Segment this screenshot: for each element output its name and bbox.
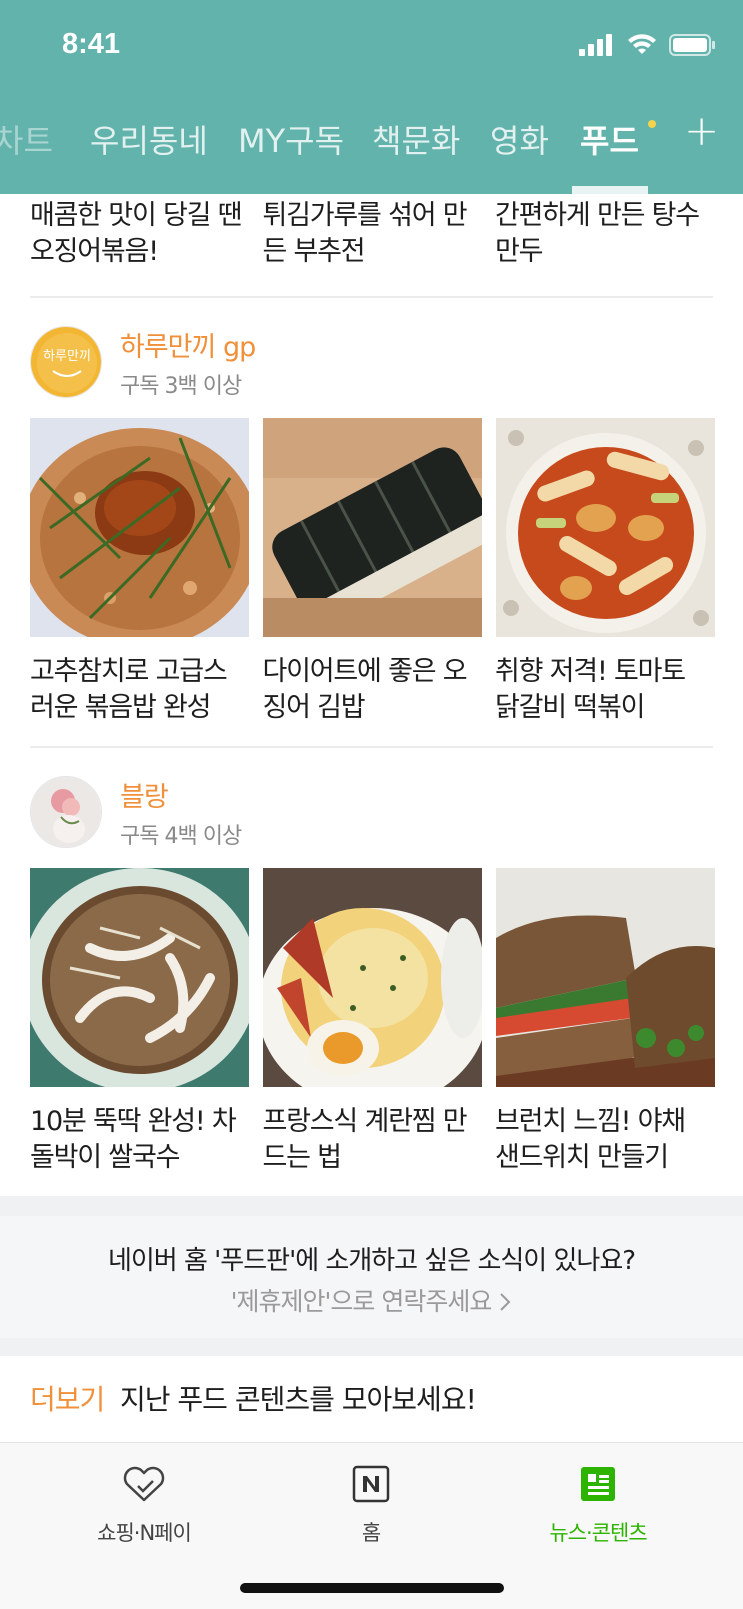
tab-my-subscription[interactable]: MY구독 [238, 116, 344, 162]
active-tab-indicator [572, 186, 648, 194]
article-title[interactable]: 매콤한 맛이 당길 땐 오징어볶음! [30, 198, 250, 270]
nav-label: 뉴스·콘텐츠 [549, 1521, 647, 1545]
nav-label: 쇼핑·N페이 [97, 1521, 192, 1545]
tab-chart[interactable]: 차트 [0, 116, 53, 162]
top-header: 8:41 차트 우리동네 MY구독 책문화 영화 푸드 + [0, 0, 743, 194]
add-tab-button[interactable]: + [684, 110, 719, 152]
article-title[interactable]: 브런치 느낌! 야채 샌드위치 만들기 [495, 1104, 715, 1176]
subscriber-count: 구독 3백 이상 [120, 373, 242, 399]
creator-header[interactable]: 하루만끼 하루만끼 gp 구독 3백 이상 [30, 325, 256, 399]
article-title[interactable]: 튀김가루를 섞어 만든 부추전 [263, 198, 483, 270]
creator-header[interactable]: 블랑 구독 4백 이상 [30, 775, 242, 849]
fried-rice-image[interactable] [30, 418, 249, 637]
thumbnail-row [30, 868, 715, 1087]
noodle-soup-image[interactable] [30, 868, 249, 1087]
thumbnail-row [30, 418, 715, 637]
section-divider [30, 746, 713, 748]
tab-movies[interactable]: 영화 [490, 116, 549, 162]
article-title[interactable]: 10분 뚝딱 완성! 차돌박이 쌀국수 [30, 1104, 250, 1176]
category-tabs: 차트 우리동네 MY구독 책문화 영화 푸드 + [0, 108, 743, 194]
partner-link-text: '제휴제안'으로 연락주세요 [230, 1287, 493, 1316]
wifi-icon [628, 34, 656, 54]
more-label: 더보기 [30, 1383, 105, 1416]
nav-news-content[interactable]: 뉴스·콘텐츠 [518, 1461, 678, 1547]
battery-icon [669, 34, 715, 56]
chevron-right-icon [500, 1293, 511, 1311]
subscriber-count: 구독 4백 이상 [120, 823, 242, 849]
captions-row: 고추참치로 고급스러운 볶음밥 완성 다이어트에 좋은 오징어 김밥 취향 저격… [30, 654, 715, 726]
more-description: 지난 푸드 콘텐츠를 모아보세요! [120, 1383, 477, 1416]
status-time: 8:41 [62, 28, 121, 60]
section-separator [0, 1196, 743, 1216]
captions-row: 10분 뚝딱 완성! 차돌박이 쌀국수 프랑스식 계란찜 만드는 법 브런치 느… [30, 1104, 715, 1176]
partner-contact-link[interactable]: '제휴제안'으로 연락주세요 [0, 1282, 743, 1318]
creator-name[interactable]: 블랑 [120, 775, 241, 814]
tab-neighborhood[interactable]: 우리동네 [90, 116, 208, 162]
nav-shopping[interactable]: 쇼핑·N페이 [64, 1461, 224, 1547]
news-content-icon [581, 1467, 615, 1501]
sandwich-image[interactable] [496, 868, 715, 1087]
article-title[interactable]: 고추참치로 고급스러운 볶음밥 완성 [30, 654, 250, 726]
article-title[interactable]: 간편하게 만든 탕수만두 [495, 198, 715, 270]
article-title[interactable]: 다이어트에 좋은 오징어 김밥 [263, 654, 483, 726]
partner-proposal-banner[interactable]: 네이버 홈 '푸드판'에 소개하고 싶은 소식이 있나요? '제휴제안'으로 연… [0, 1216, 743, 1338]
more-content-link[interactable]: 더보기 지난 푸드 콘텐츠를 모아보세요! [0, 1356, 743, 1440]
egg-casserole-image[interactable] [263, 868, 482, 1087]
status-icons [579, 34, 715, 56]
avatar-logo-text: 하루만끼 [43, 349, 91, 364]
home-indicator [240, 1583, 504, 1593]
nav-home[interactable]: 홈 [291, 1461, 451, 1547]
creator-section: 블랑 구독 4백 이상 10분 뚝딱 완성! 차돌박이 쌀국수 프랑스식 계란찜… [0, 776, 743, 1206]
kimbap-image[interactable] [263, 418, 482, 637]
naver-n-icon [352, 1465, 390, 1503]
bottom-navigation: 쇼핑·N페이 홈 뉴스·콘텐츠 [0, 1442, 743, 1609]
tab-books-culture[interactable]: 책문화 [372, 116, 460, 162]
avatar[interactable]: 하루만끼 [30, 326, 102, 398]
tteokbokki-image[interactable] [496, 418, 715, 637]
section-separator [0, 1338, 743, 1356]
nav-label: 홈 [361, 1521, 381, 1545]
partner-title: 네이버 홈 '푸드판'에 소개하고 싶은 소식이 있나요? [107, 1246, 636, 1276]
status-bar: 8:41 [0, 0, 743, 90]
creator-section: 하루만끼 하루만끼 gp 구독 3백 이상 고추참치로 고급스러운 볶음밥 완성… [0, 326, 743, 756]
article-title[interactable]: 프랑스식 계란찜 만드는 법 [263, 1104, 483, 1176]
avatar[interactable] [30, 776, 102, 848]
section-divider [30, 296, 713, 298]
tab-food[interactable]: 푸드 [580, 116, 639, 162]
previous-captions-row: 매콤한 맛이 당길 땐 오징어볶음! 튀김가루를 섞어 만든 부추전 간편하게 … [30, 198, 715, 270]
creator-name[interactable]: 하루만끼 gp [120, 325, 256, 364]
article-title[interactable]: 취향 저격! 토마토 닭갈비 떡볶이 [495, 654, 715, 726]
new-badge-dot [648, 120, 656, 128]
shopping-heart-icon [123, 1466, 165, 1502]
signal-icon [579, 34, 612, 56]
